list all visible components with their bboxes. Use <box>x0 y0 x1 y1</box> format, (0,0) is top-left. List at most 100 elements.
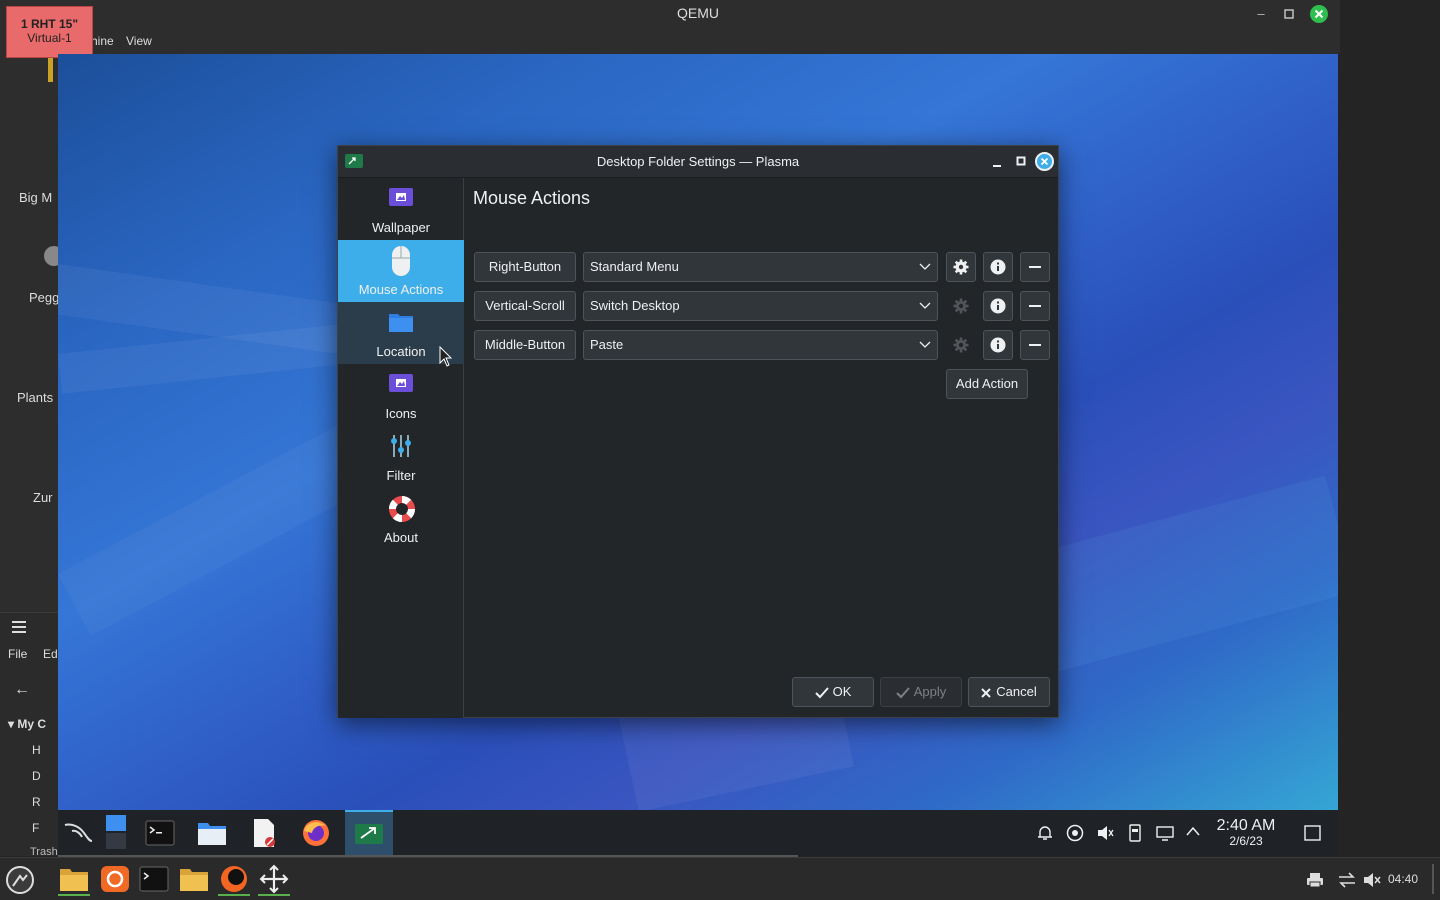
text-editor-icon[interactable] <box>248 817 280 849</box>
device-icon[interactable] <box>1128 824 1142 842</box>
host-volume-muted-icon[interactable] <box>1363 872 1381 888</box>
show-desktop-icon[interactable] <box>1304 824 1322 842</box>
kali-menu-icon[interactable] <box>62 817 94 849</box>
remove-button-scroll[interactable] <box>1020 291 1050 321</box>
configure-button-middle[interactable] <box>946 330 976 360</box>
dialog-title: Desktop Folder Settings — Plasma <box>596 154 800 169</box>
x-icon <box>981 687 991 698</box>
gear-icon <box>953 337 969 353</box>
folder-icon <box>387 308 415 336</box>
terminal-icon[interactable] <box>144 817 176 849</box>
check-icon <box>814 686 829 699</box>
dialog-titlebar[interactable]: Desktop Folder Settings — Plasma <box>338 146 1058 178</box>
remove-button-middle[interactable] <box>1020 330 1050 360</box>
volume-muted-icon[interactable] <box>1096 824 1114 842</box>
settings-sidebar: Wallpaper Mouse Actions Location Icons F… <box>338 178 464 718</box>
cancel-button[interactable]: Cancel <box>968 677 1050 707</box>
vm-clock-time[interactable]: 2:40 AM <box>1208 817 1284 835</box>
info-icon <box>990 259 1006 275</box>
taskbar-item-plasma-settings[interactable] <box>345 810 393 856</box>
page-title: Mouse Actions <box>473 188 591 208</box>
close-icon[interactable] <box>1310 5 1328 23</box>
vm-clock-date[interactable]: 2/6/23 <box>1208 834 1284 848</box>
chevron-down-icon <box>919 302 931 310</box>
vm-taskbar: 2:40 AM 2/6/23 <box>58 810 1338 856</box>
trigger-button-middle[interactable]: Middle-Button <box>474 330 576 360</box>
qemu-menubar: hine View <box>0 28 1340 54</box>
remove-button-right[interactable] <box>1020 252 1050 282</box>
sidebar-item-filter[interactable]: Filter <box>338 426 464 488</box>
info-icon <box>990 337 1006 353</box>
settings-dialog: Desktop Folder Settings — Plasma Wallpap… <box>337 145 1059 718</box>
ok-button[interactable]: OK <box>792 677 874 707</box>
minus-icon <box>1029 305 1041 307</box>
host-window-edge <box>48 58 53 82</box>
display-config-icon[interactable] <box>1066 824 1084 842</box>
menu-machine[interactable]: hine <box>91 34 114 48</box>
firefox-icon[interactable] <box>300 817 332 849</box>
host-folder-icon[interactable] <box>178 864 210 896</box>
configure-button-right[interactable] <box>946 252 976 282</box>
mouse-cursor-icon <box>439 346 453 368</box>
host-app-icon[interactable] <box>99 864 131 896</box>
gear-icon <box>953 298 969 314</box>
host-files-icon[interactable] <box>58 864 90 896</box>
combo-value: Paste <box>590 337 624 352</box>
printer-icon[interactable] <box>1306 872 1324 888</box>
combo-value: Switch Desktop <box>590 298 680 313</box>
host-qemu-icon[interactable] <box>218 864 250 896</box>
mouse-icon <box>387 246 415 276</box>
host-label-pegg: Pegg <box>29 290 60 305</box>
chevron-up-icon[interactable] <box>1186 826 1200 836</box>
fm-tree-item-filesystem[interactable]: F <box>32 821 39 835</box>
fm-menu-edit[interactable]: Ed <box>43 647 58 661</box>
about-button-right[interactable] <box>983 252 1013 282</box>
trigger-button-scroll[interactable]: Vertical-Scroll <box>474 291 576 321</box>
close-icon[interactable] <box>1035 152 1054 171</box>
sidebar-item-about[interactable]: About <box>338 488 464 550</box>
notifications-icon[interactable] <box>1036 824 1054 842</box>
minimize-icon[interactable]: – <box>1253 6 1269 22</box>
fm-tree-item-desktop[interactable]: D <box>32 769 41 783</box>
info-icon <box>990 298 1006 314</box>
sidebar-item-label: Filter <box>386 468 416 483</box>
host-label-plants: Plants <box>17 390 54 405</box>
fm-tree-header: ▾ My C <box>8 717 47 731</box>
minimize-icon[interactable] <box>991 156 1003 168</box>
fm-tree-item-recent[interactable]: R <box>32 795 41 809</box>
gear-icon <box>953 259 969 275</box>
host-move-tool-icon[interactable] <box>258 864 290 896</box>
trigger-button-right[interactable]: Right-Button <box>474 252 576 282</box>
display-badge: 1 RHT 15" Virtual-1 <box>6 6 93 58</box>
maximize-icon[interactable] <box>1281 6 1297 22</box>
plugin-combo-middle[interactable]: Paste <box>583 330 938 360</box>
maximize-icon[interactable] <box>1015 155 1027 167</box>
wallpaper-icon <box>387 184 415 212</box>
network-icon[interactable] <box>1156 824 1174 842</box>
sidebar-item-icons[interactable]: Icons <box>338 364 464 426</box>
menu-view[interactable]: View <box>126 34 152 48</box>
plugin-combo-right[interactable]: Standard Menu <box>583 252 938 282</box>
network-transfer-icon[interactable] <box>1338 872 1356 888</box>
workspace-switcher-icon[interactable] <box>100 815 132 849</box>
add-action-button[interactable]: Add Action <box>946 369 1028 399</box>
check-icon <box>896 686 910 699</box>
hamburger-menu-icon[interactable] <box>12 621 26 633</box>
configure-button-scroll[interactable] <box>946 291 976 321</box>
plasma-settings-icon <box>355 824 383 844</box>
sidebar-item-mouse-actions[interactable]: Mouse Actions <box>338 240 464 302</box>
minus-icon <box>1029 266 1041 268</box>
about-button-middle[interactable] <box>983 330 1013 360</box>
back-arrow-icon[interactable]: ← <box>14 681 30 699</box>
host-clock[interactable]: 04:40 <box>1388 872 1418 886</box>
file-manager-icon[interactable] <box>196 817 228 849</box>
host-launcher-icon[interactable] <box>6 866 34 894</box>
about-button-scroll[interactable] <box>983 291 1013 321</box>
sidebar-item-wallpaper[interactable]: Wallpaper <box>338 178 464 240</box>
apply-button[interactable]: Apply <box>880 677 962 707</box>
fm-menu-file[interactable]: File <box>8 647 27 661</box>
lifebuoy-icon <box>387 494 415 522</box>
plugin-combo-scroll[interactable]: Switch Desktop <box>583 291 938 321</box>
host-terminal-icon[interactable] <box>138 864 170 896</box>
sidebar-item-label: Icons <box>385 406 417 421</box>
